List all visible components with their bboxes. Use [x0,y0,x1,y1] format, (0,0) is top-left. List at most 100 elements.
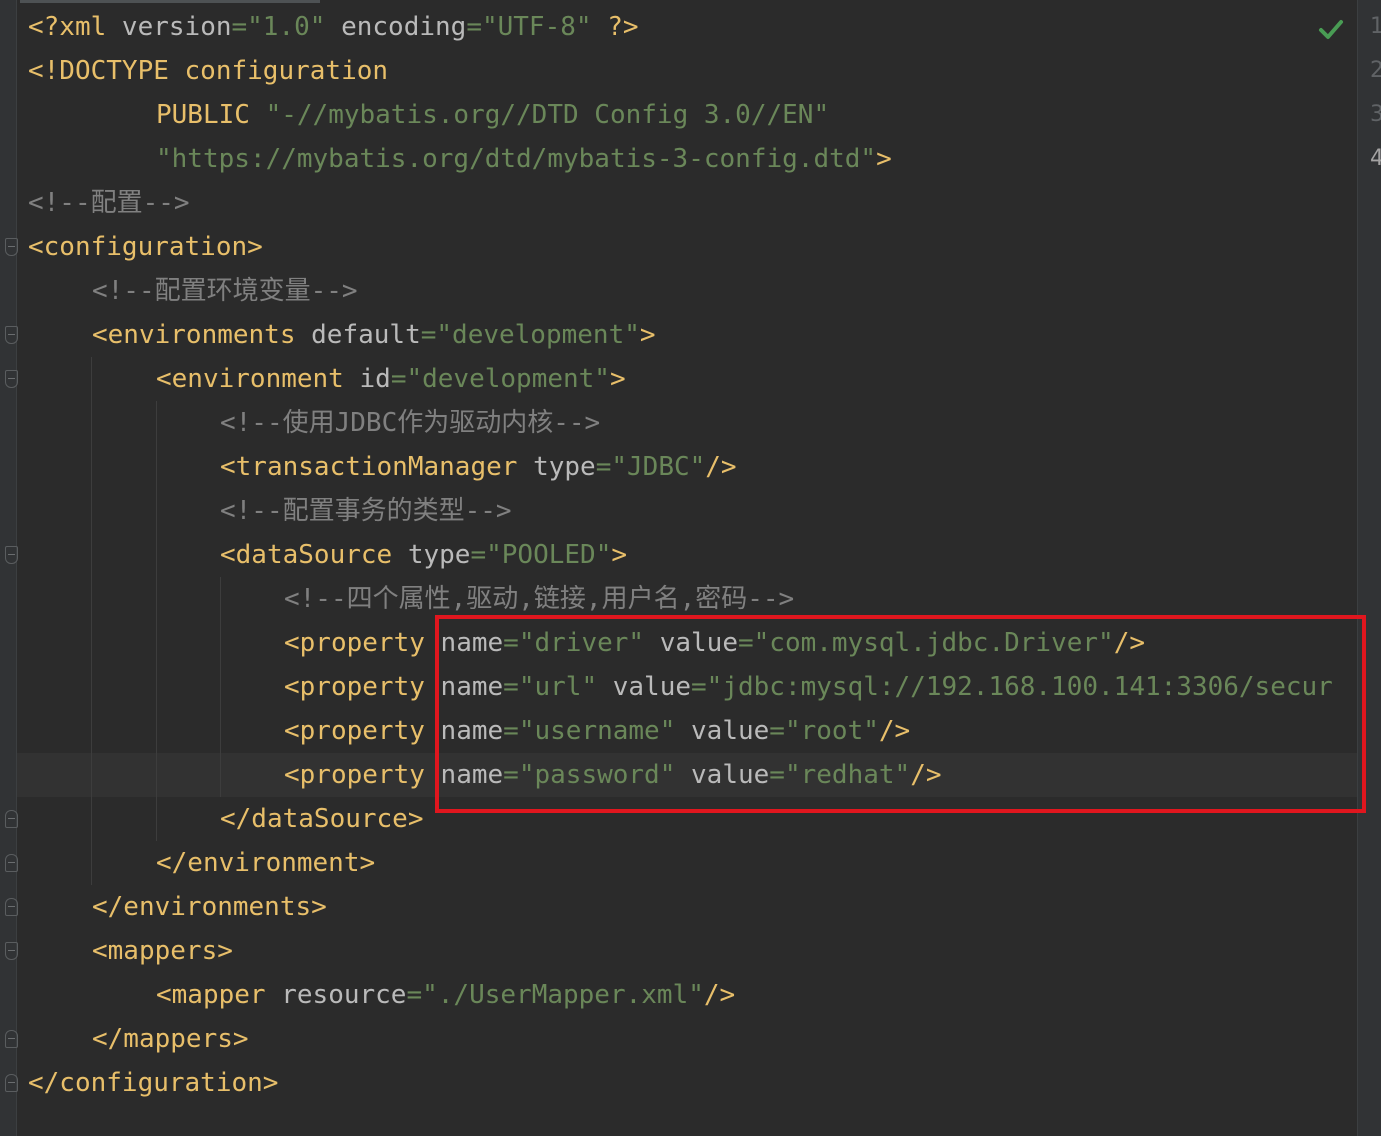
code-token: > [639,320,656,350]
indent-guide [91,357,92,885]
code-line[interactable]: <!--配置--> [17,181,1357,225]
code-token: ="development" [420,320,640,350]
code-line[interactable]: <?xml version="1.0" encoding="UTF-8" ?> [17,5,1357,49]
code-text: </environment> [156,841,375,885]
code-line[interactable]: <!--配置环境变量--> [17,269,1357,313]
code-token: ="POOLED" [470,540,612,570]
code-line[interactable]: <property name="username" value="root"/> [17,709,1357,753]
code-text: "https://mybatis.org/dtd/mybatis-3-confi… [156,137,892,181]
code-token: <environments [92,320,312,350]
fold-gutter[interactable] [0,0,18,1136]
code-text: </configuration> [28,1061,278,1105]
code-token: type [407,540,471,570]
code-token: value [691,760,770,790]
code-editor[interactable]: <?xml version="1.0" encoding="UTF-8" ?> <… [17,0,1357,1136]
code-token: name [440,760,504,790]
code-text: <property name="username" value="root"/> [284,709,910,753]
code-token: ="root" [769,716,879,746]
gutter-number: 4 [1370,146,1381,171]
code-token: value [659,628,738,658]
code-token: <!--四个属性,驱动,链接,用户名,密码--> [284,584,795,614]
code-line[interactable]: </environments> [17,885,1357,929]
code-token: <configuration> [28,232,263,262]
indent-guide [156,401,157,841]
code-text: <mapper resource="./UserMapper.xml"/> [156,973,735,1017]
code-line[interactable]: <!--四个属性,驱动,链接,用户名,密码--> [17,577,1357,621]
code-token: name [440,672,504,702]
code-token: <property [284,672,441,702]
code-token: ="UTF-8" [466,12,608,42]
code-token: ="1.0" [231,12,342,42]
code-line[interactable]: <transactionManager type="JDBC"/> [17,445,1357,489]
code-token: /> [910,760,942,790]
code-token: /> [878,716,911,746]
code-text: </environments> [92,885,327,929]
code-token: "-//mybatis.org//DTD Config 3.0//EN" [265,100,830,130]
code-line[interactable]: "https://mybatis.org/dtd/mybatis-3-confi… [17,137,1357,181]
code-token: ="driver" [503,628,660,658]
line-number-gutter: 1 2 3 4 [1357,0,1381,1136]
code-text: <!--配置事务的类型--> [220,489,512,533]
code-text: <!DOCTYPE configuration [28,49,388,93]
code-line[interactable]: <!--使用JDBC作为驱动内核--> [17,401,1357,445]
code-token: /> [703,980,736,1010]
code-line[interactable]: PUBLIC "-//mybatis.org//DTD Config 3.0//… [17,93,1357,137]
code-token: type [533,452,596,482]
code-token: ="username" [503,716,692,746]
code-token: PUBLIC [156,100,266,130]
code-token: /> [705,452,737,482]
code-line[interactable]: <configuration> [17,225,1357,269]
code-token: </environments> [92,892,327,922]
code-token: <mappers> [92,936,233,966]
code-line[interactable]: </configuration> [17,1061,1357,1105]
code-line[interactable]: <property name="driver" value="com.mysql… [17,621,1357,665]
code-token: ="./UserMapper.xml" [406,980,704,1010]
code-token: /> [1113,628,1145,658]
code-token: ="development" [390,364,610,394]
code-text: <property name="password" value="redhat"… [284,753,942,797]
code-token: </dataSource> [220,804,424,834]
code-token: value [691,716,770,746]
code-text: <transactionManager type="JDBC"/> [220,445,737,489]
code-token: ="com.mysql.jdbc.Driver" [738,628,1114,658]
code-line[interactable]: <environments default="development"> [17,313,1357,357]
code-line[interactable]: <!--配置事务的类型--> [17,489,1357,533]
code-line[interactable]: <!DOCTYPE configuration [17,49,1357,93]
code-line[interactable]: </environment> [17,841,1357,885]
code-line[interactable]: <mapper resource="./UserMapper.xml"/> [17,973,1357,1017]
code-token: encoding [341,12,467,42]
code-text: <!--配置环境变量--> [92,269,358,313]
indent-guide [220,577,221,797]
code-token: </configuration> [28,1068,279,1098]
code-token: > [611,540,628,570]
code-line[interactable]: </mappers> [17,1017,1357,1061]
code-token: ="url" [503,672,613,702]
code-line[interactable]: </dataSource> [17,797,1357,841]
code-token: version [121,12,232,42]
code-token: <property [284,760,441,790]
code-text: <!--使用JDBC作为驱动内核--> [220,401,600,445]
code-token: default [311,320,421,350]
code-token: ?> [607,12,639,42]
code-text: <!--四个属性,驱动,链接,用户名,密码--> [284,577,794,621]
code-token: <!--配置环境变量--> [92,276,358,306]
code-line[interactable]: <environment id="development"> [17,357,1357,401]
code-token: name [440,628,504,658]
code-line[interactable]: <dataSource type="POOLED"> [17,533,1357,577]
code-token: > [609,364,626,394]
check-icon[interactable] [1318,16,1344,42]
code-text: <configuration> [28,225,263,269]
code-token: <environment [156,364,360,394]
code-line[interactable]: <property name="url" value="jdbc:mysql:/… [17,665,1357,709]
code-token: <mapper [156,980,282,1010]
code-text: </dataSource> [220,797,424,841]
code-line[interactable]: <mappers> [17,929,1357,973]
code-text: <dataSource type="POOLED"> [220,533,627,577]
code-token: id [359,364,391,394]
code-text: <mappers> [92,929,233,973]
code-line[interactable]: <property name="password" value="redhat"… [17,753,1357,797]
code-token: <dataSource [220,540,408,570]
code-token: value [612,672,692,702]
code-token: ="jdbc:mysql://192.168.100.141:3306/secu… [691,672,1333,702]
code-text: <environment id="development"> [156,357,626,401]
